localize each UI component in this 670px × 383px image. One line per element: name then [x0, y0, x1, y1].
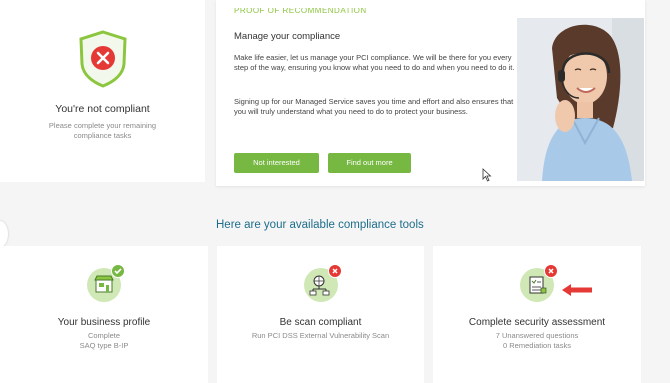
shield-x-icon — [78, 30, 128, 88]
promo-title: Manage your compliance — [234, 31, 341, 42]
business-profile-title: Your business profile — [57, 317, 151, 328]
incomplete-x-badge-icon — [327, 264, 342, 278]
tools-heading: Here are your available compliance tools — [216, 219, 424, 231]
compliance-status-subtitle: Please complete your remaining complianc… — [48, 121, 157, 140]
security-assessment-line1: 7 Unanswered questions — [495, 331, 579, 340]
compliance-status-card: You're not compliant Please complete you… — [0, 0, 205, 182]
security-assessment-status: 7 Unanswered questions 0 Remediation tas… — [433, 331, 641, 351]
compliance-status-title: You're not compliant — [55, 103, 150, 115]
managed-service-card: PROOF OF RECOMMENDATION Manage your comp… — [216, 0, 645, 186]
security-assessment-card[interactable]: Complete security assessment 7 Unanswere… — [433, 246, 641, 383]
business-profile-line1: Complete — [87, 331, 121, 340]
network-scan-icon — [303, 264, 342, 302]
promo-paragraph-1: Make life easier, let us manage your PCI… — [234, 53, 515, 72]
mouse-cursor-icon — [482, 168, 492, 182]
complete-check-badge-icon — [111, 264, 125, 278]
carousel-prev-handle[interactable] — [0, 221, 8, 247]
scan-compliant-card[interactable]: Be scan compliant Run PCI DSS External V… — [217, 246, 424, 383]
scan-compliant-title: Be scan compliant — [279, 317, 362, 328]
scan-compliant-line1: Run PCI DSS External Vulnerability Scan — [251, 331, 390, 340]
checklist-icon — [520, 264, 558, 302]
not-interested-button[interactable]: Not interested — [234, 153, 319, 173]
find-out-more-button[interactable]: Find out more — [328, 153, 411, 173]
promo-paragraph-2: Signing up for our Managed Service saves… — [234, 97, 514, 116]
store-icon — [87, 264, 125, 302]
support-agent-photo — [517, 18, 644, 181]
scan-compliant-status: Run PCI DSS External Vulnerability Scan — [217, 331, 424, 341]
business-profile-line2: SAQ type B-IP — [79, 341, 129, 350]
arrow-left-icon — [560, 283, 594, 297]
business-profile-card[interactable]: Your business profile Complete SAQ type … — [0, 246, 208, 383]
promo-cut-heading: PROOF OF RECOMMENDATION — [234, 8, 367, 15]
business-profile-status: Complete SAQ type B-IP — [0, 331, 208, 351]
security-assessment-title: Complete security assessment — [468, 317, 606, 328]
security-assessment-line2: 0 Remediation tasks — [503, 341, 571, 350]
incomplete-x-badge-icon — [544, 264, 558, 278]
